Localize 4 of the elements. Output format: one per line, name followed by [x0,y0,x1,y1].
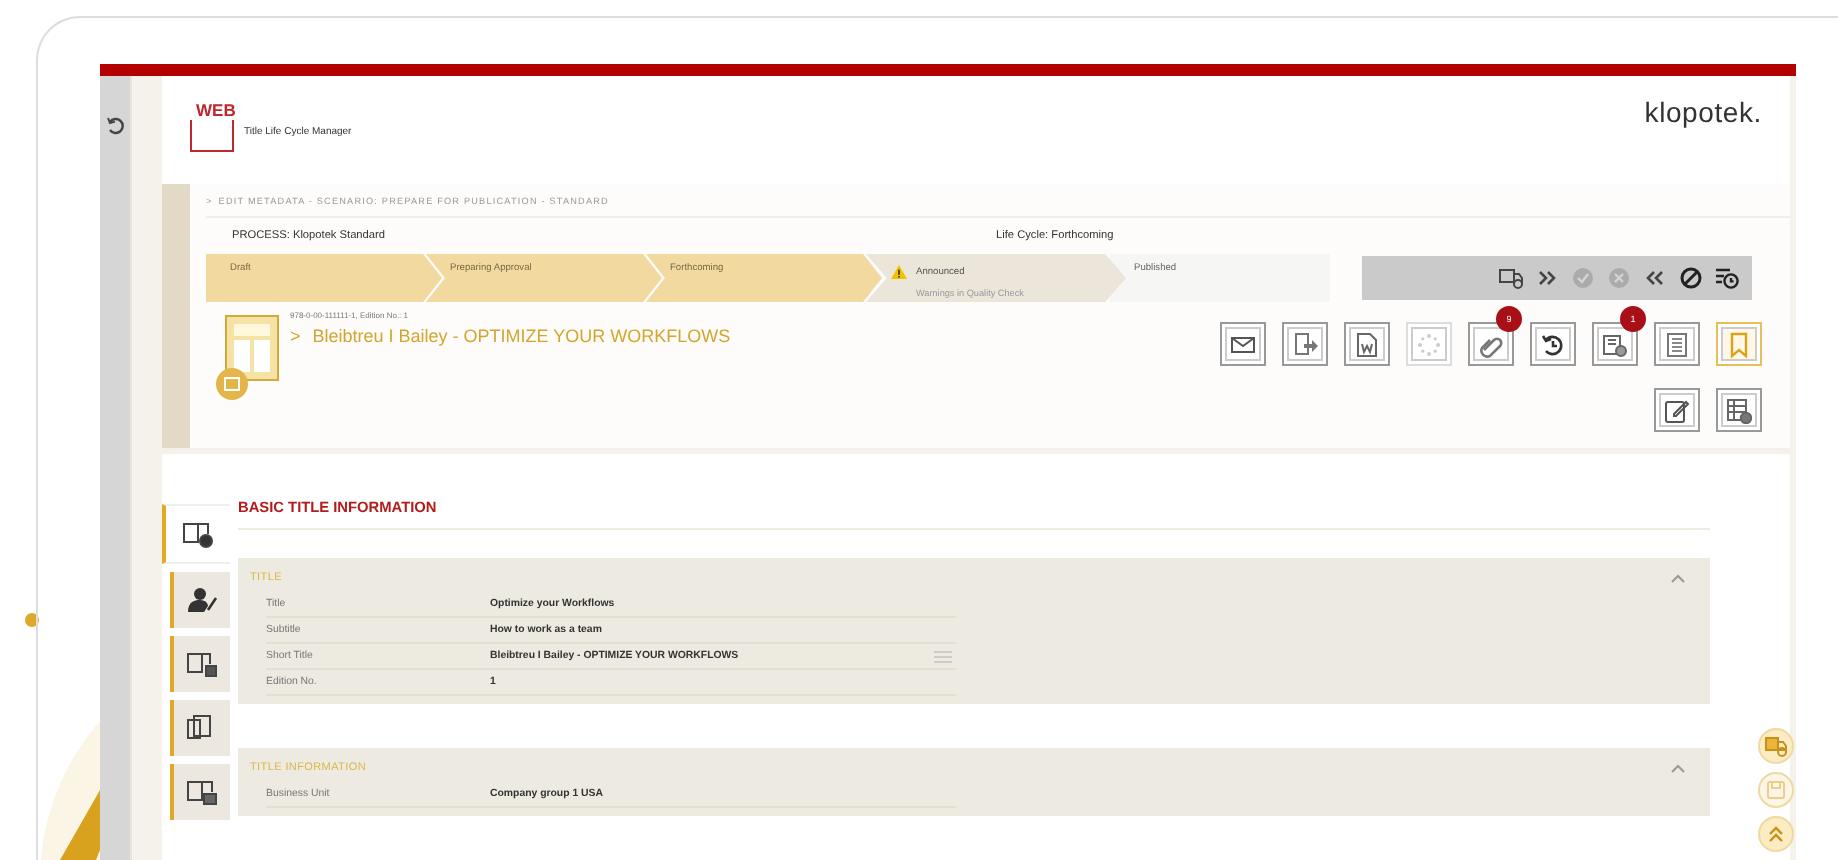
logo-word: WEB [196,100,236,120]
title-name[interactable]: Bleibtreu I Bailey - OPTIMIZE YOUR WORKFLOWS [312,326,731,346]
brand-logo: klopotek. [1644,96,1762,128]
chevron-icon: > [290,326,301,346]
